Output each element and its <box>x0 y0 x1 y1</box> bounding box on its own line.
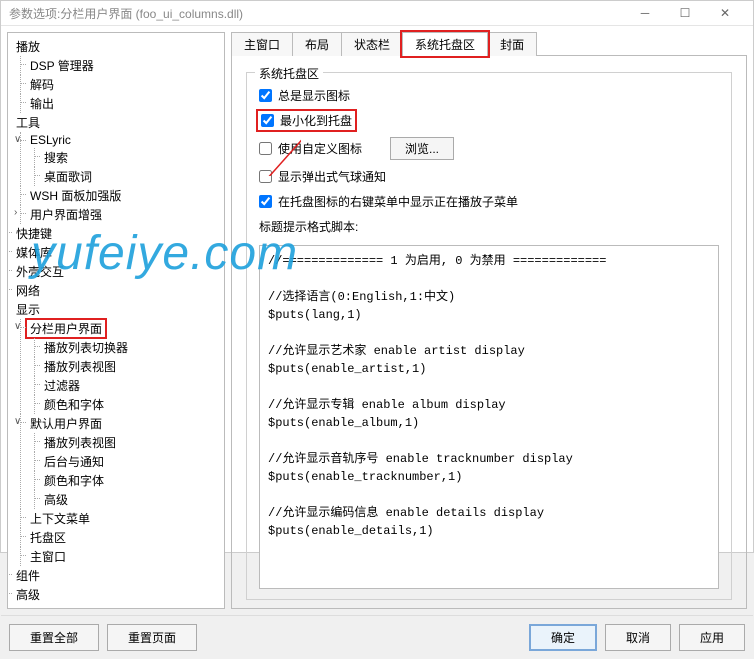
tree-playlist-view[interactable]: 播放列表视图 <box>40 357 120 376</box>
tree-ui-enhance[interactable]: 用户界面增强 <box>26 205 106 224</box>
tree-search[interactable]: 搜索 <box>40 148 72 167</box>
tree-eslyric[interactable]: ESLyric <box>26 132 75 148</box>
tree-advanced[interactable]: 高级 <box>40 490 72 509</box>
balloon-row: 显示弹出式气球通知 <box>259 168 719 185</box>
titlebar: 参数选项:分栏用户界面 (foo_ui_columns.dll) ─ ☐ ✕ <box>1 1 753 26</box>
twisty-icon[interactable]: ∨ <box>14 134 24 144</box>
group-title: 系统托盘区 <box>255 65 323 82</box>
tree-tools[interactable]: 工具 <box>12 113 44 132</box>
tab-cover[interactable]: 封面 <box>487 32 537 56</box>
ok-button[interactable]: 确定 <box>529 624 597 651</box>
tab-system-tray[interactable]: 系统托盘区 <box>402 32 488 56</box>
custom-icon-label[interactable]: 使用自定义图标 <box>278 140 362 157</box>
twisty-icon[interactable]: ∨ <box>7 115 10 125</box>
tree-color-font2[interactable]: 颜色和字体 <box>40 471 108 490</box>
submenu-row: 在托盘图标的右键菜单中显示正在播放子菜单 <box>259 193 719 210</box>
submenu-label[interactable]: 在托盘图标的右键菜单中显示正在播放子菜单 <box>278 193 518 210</box>
tree-context-menu[interactable]: 上下文菜单 <box>26 509 94 528</box>
settings-tree[interactable]: ∨ 播放 DSP 管理器 解码 输出 ∨ 工具 ∨ ESLyric 搜索 <box>7 32 225 609</box>
always-show-label[interactable]: 总是显示图标 <box>278 87 350 104</box>
tree-main-window[interactable]: 主窗口 <box>26 547 70 566</box>
tree-desktop-lyric[interactable]: 桌面歌词 <box>40 167 96 186</box>
always-show-checkbox[interactable] <box>259 89 272 102</box>
script-label-row: 标题提示格式脚本: <box>259 218 719 235</box>
window-title: 参数选项:分栏用户界面 (foo_ui_columns.dll) <box>9 5 625 22</box>
minimize-checkbox[interactable] <box>261 114 274 127</box>
twisty-icon[interactable]: ∨ <box>7 302 10 312</box>
systray-group: 系统托盘区 总是显示图标 最小化到托盘 使用自定义图标 浏览... <box>246 72 732 600</box>
tab-layout[interactable]: 布局 <box>292 32 342 56</box>
tree-back-notify[interactable]: 后台与通知 <box>40 452 108 471</box>
tree-playback[interactable]: 播放 <box>12 37 44 56</box>
tree-playlist-view2[interactable]: 播放列表视图 <box>40 433 120 452</box>
tree-shell[interactable]: 外壳交互 <box>12 262 68 281</box>
close-icon[interactable]: ✕ <box>705 1 745 25</box>
tree-advanced2[interactable]: 高级 <box>12 585 44 604</box>
minimize-label[interactable]: 最小化到托盘 <box>280 112 352 129</box>
tree-playlist-switcher[interactable]: 播放列表切换器 <box>40 338 132 357</box>
dialog-window: 参数选项:分栏用户界面 (foo_ui_columns.dll) ─ ☐ ✕ ∨… <box>0 0 754 553</box>
tree-output[interactable]: 输出 <box>26 94 58 113</box>
browse-button[interactable]: 浏览... <box>390 137 454 160</box>
tree-components[interactable]: 组件 <box>12 566 44 585</box>
maximize-icon[interactable]: ☐ <box>665 1 705 25</box>
twisty-icon[interactable]: ∨ <box>14 321 24 331</box>
tree-dsp[interactable]: DSP 管理器 <box>26 56 98 75</box>
script-textarea[interactable]: //============== 1 为启用, 0 为禁用 ==========… <box>259 245 719 589</box>
apply-button[interactable]: 应用 <box>679 624 745 651</box>
reset-page-button[interactable]: 重置页面 <box>107 624 197 651</box>
reset-all-button[interactable]: 重置全部 <box>9 624 99 651</box>
tree-network[interactable]: 网络 <box>12 281 44 300</box>
window-controls: ─ ☐ ✕ <box>625 1 745 25</box>
twisty-icon[interactable]: › <box>14 207 24 217</box>
tree-columns-ui[interactable]: 分栏用户界面 <box>26 319 106 338</box>
tree-display[interactable]: 显示 <box>12 300 44 319</box>
tree-decode[interactable]: 解码 <box>26 75 58 94</box>
dialog-footer: 重置全部 重置页面 确定 取消 应用 <box>1 615 753 659</box>
tree-wsh[interactable]: WSH 面板加强版 <box>26 186 125 205</box>
script-label: 标题提示格式脚本: <box>259 218 358 235</box>
custom-icon-row: 使用自定义图标 浏览... <box>259 137 719 160</box>
tree-medialib[interactable]: 媒体库 <box>12 243 56 262</box>
tree-filter[interactable]: 过滤器 <box>40 376 84 395</box>
tree-color-font[interactable]: 颜色和字体 <box>40 395 108 414</box>
submenu-checkbox[interactable] <box>259 195 272 208</box>
tab-panel: 系统托盘区 总是显示图标 最小化到托盘 使用自定义图标 浏览... <box>231 56 747 609</box>
custom-icon-checkbox[interactable] <box>259 142 272 155</box>
tab-strip: 主窗口 布局 状态栏 系统托盘区 封面 <box>231 32 747 56</box>
balloon-checkbox[interactable] <box>259 170 272 183</box>
tree-tray[interactable]: 托盘区 <box>26 528 70 547</box>
tree-shortcut[interactable]: 快捷键 <box>12 224 56 243</box>
cancel-button[interactable]: 取消 <box>605 624 671 651</box>
twisty-icon[interactable]: ∨ <box>14 416 24 426</box>
tab-status-bar[interactable]: 状态栏 <box>341 32 403 56</box>
always-show-row: 总是显示图标 <box>259 87 719 104</box>
twisty-icon[interactable]: ∨ <box>7 39 10 49</box>
twisty-icon[interactable]: › <box>7 245 10 255</box>
balloon-label[interactable]: 显示弹出式气球通知 <box>278 168 386 185</box>
twisty-icon[interactable]: › <box>7 587 10 597</box>
minimize-row: 最小化到托盘 <box>259 112 354 129</box>
right-pane: 主窗口 布局 状态栏 系统托盘区 封面 系统托盘区 总是显示图标 最小化到托盘 <box>231 32 747 609</box>
tree-default-ui[interactable]: 默认用户界面 <box>26 414 106 433</box>
tab-main-window[interactable]: 主窗口 <box>231 32 293 56</box>
minimize-icon[interactable]: ─ <box>625 1 665 25</box>
